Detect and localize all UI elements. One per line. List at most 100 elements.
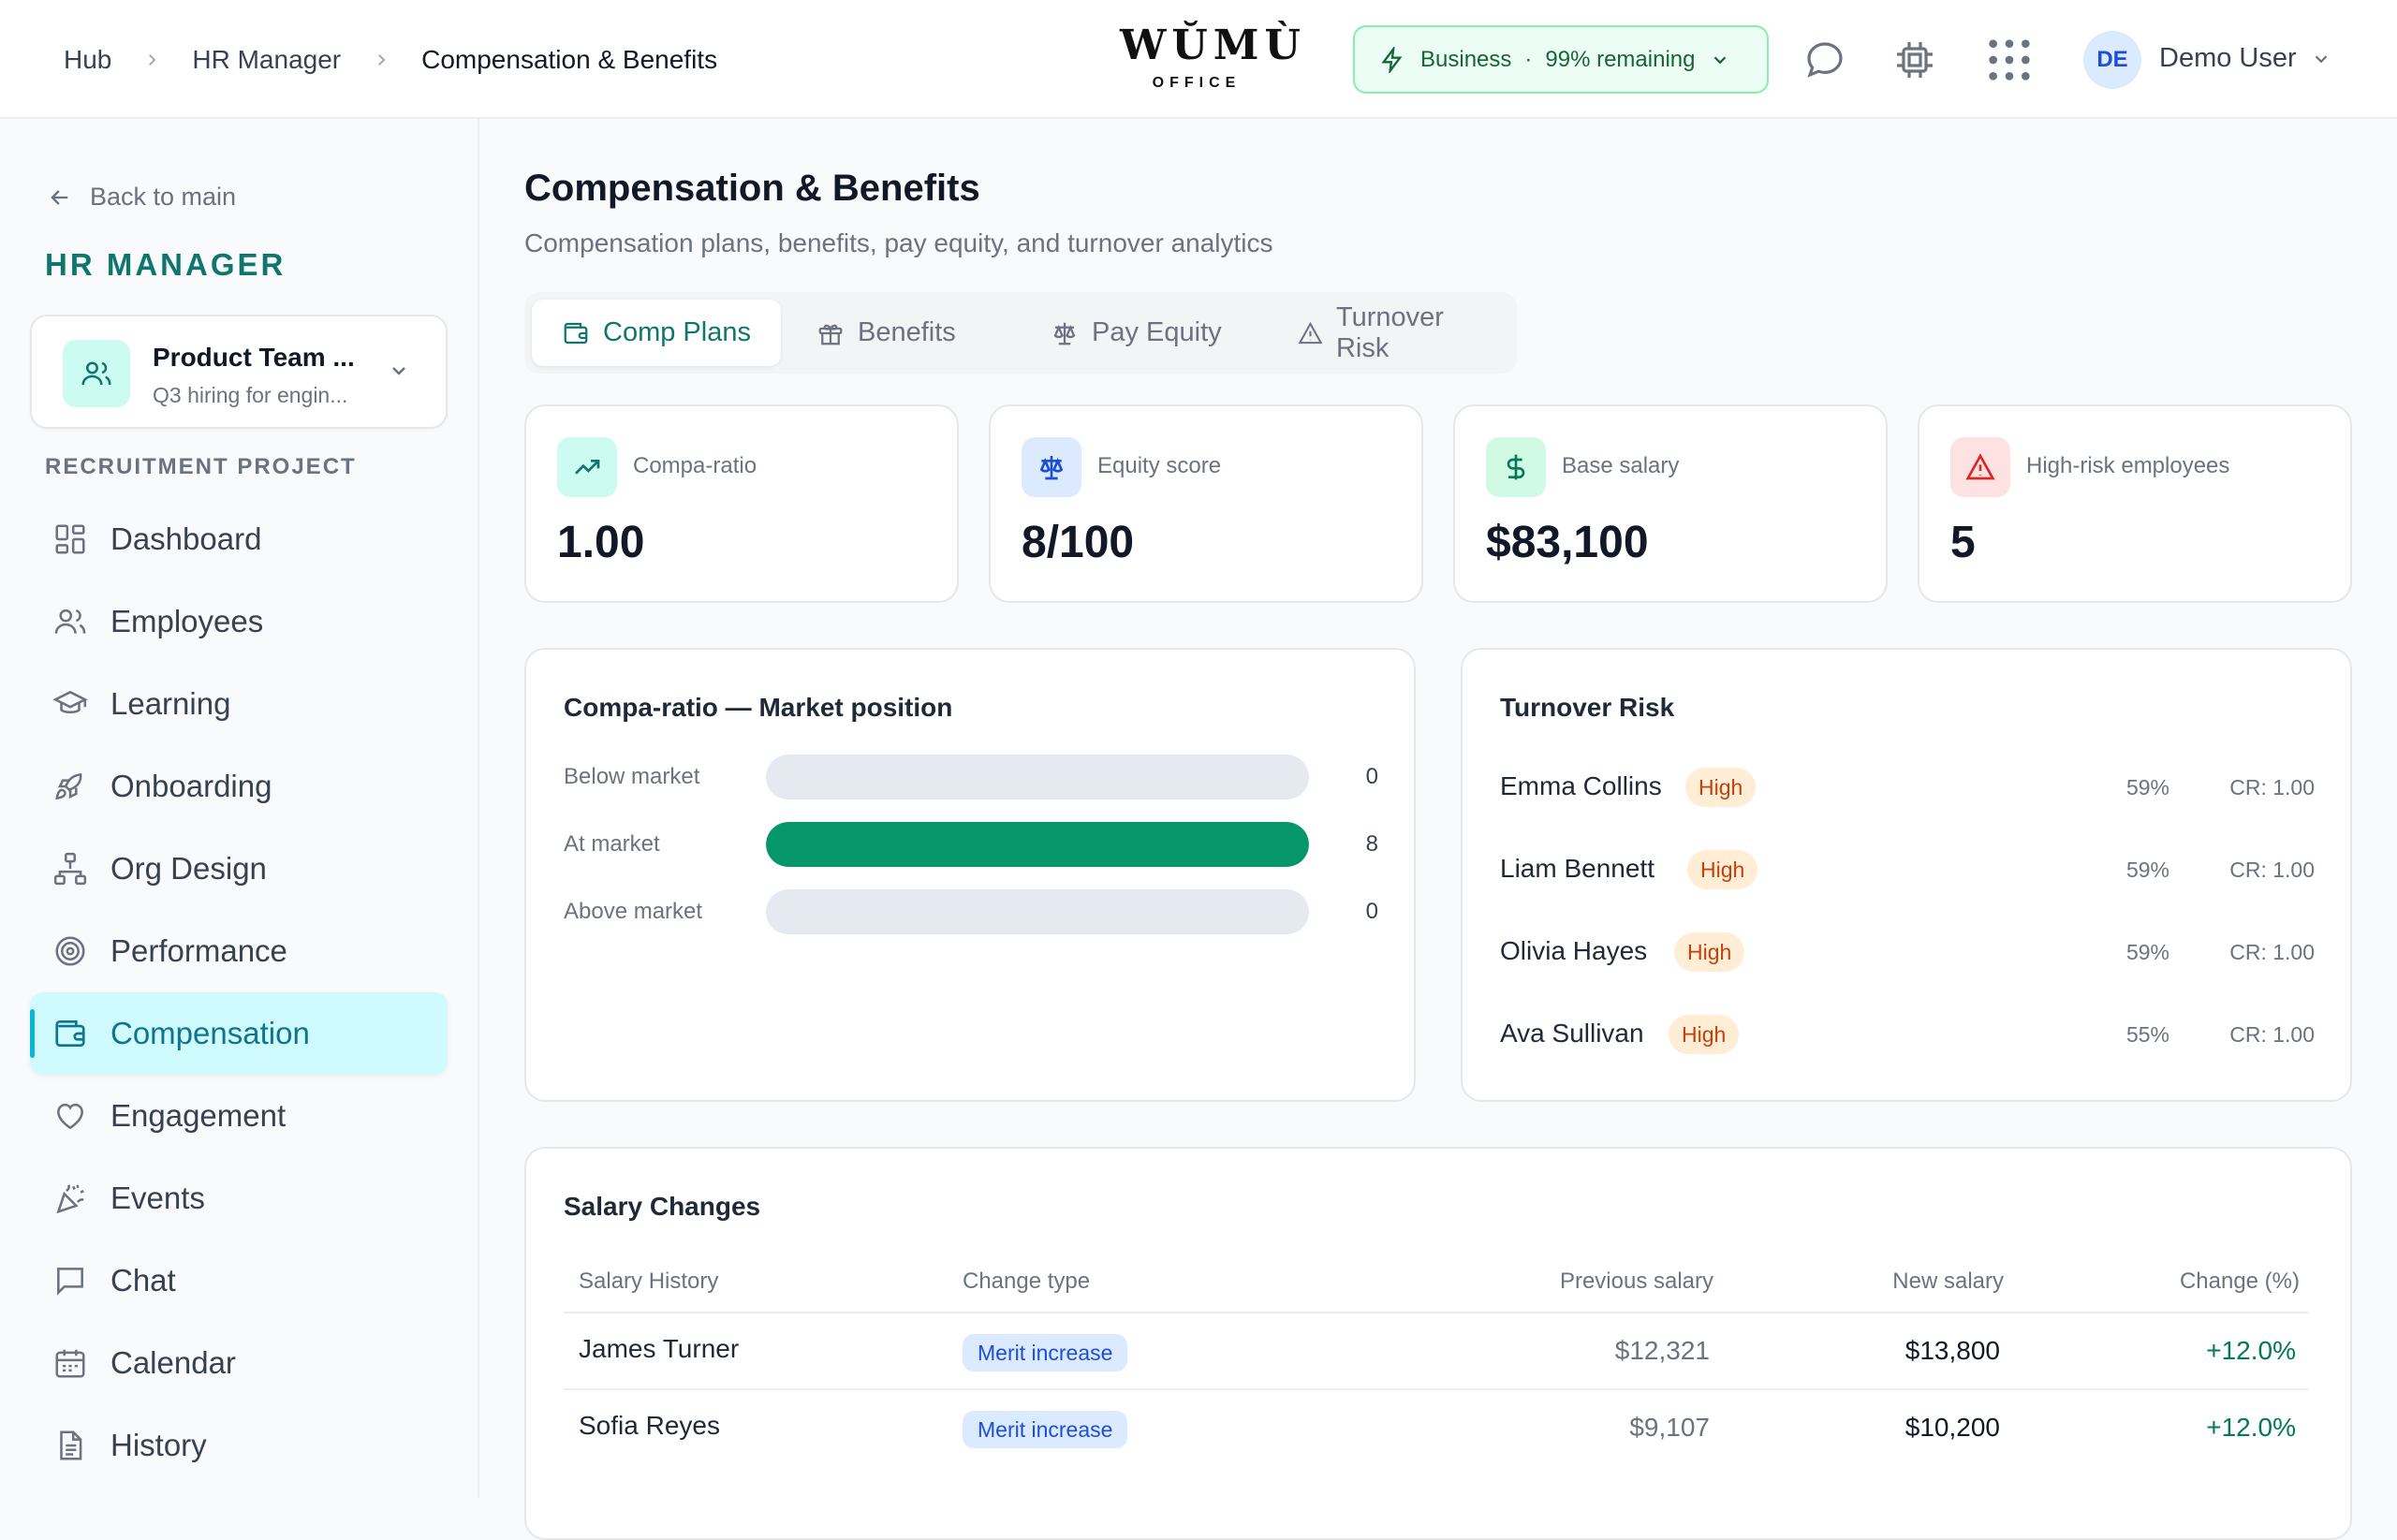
risk-badge: High [1685,768,1757,807]
plan-badge-button[interactable]: Business · 99% remaining [1353,25,1769,94]
breadcrumb-current: Compensation & Benefits [421,44,718,74]
column-header[interactable]: Change (%) [2180,1269,2300,1295]
new-salary: $13,800 [1904,1336,2000,1365]
compa-ratio-value: CR: 1.00 [2229,858,2315,882]
table-row[interactable]: Sofia Reyes Merit increase $9,107 $10,20… [564,1388,2309,1465]
tab-label: Comp Plans [603,317,751,347]
sidebar-item-compensation[interactable]: Compensation [30,992,448,1075]
risk-row[interactable]: Emma Collins High 59% CR: 1.00 [1500,768,2315,809]
column-header[interactable]: New salary [1892,1269,2004,1295]
salary-changes-card: Salary Changes Salary History Change typ… [524,1147,2352,1540]
kpi-label: Compa-ratio [633,453,757,478]
column-header[interactable]: Previous salary [1560,1269,1713,1295]
kpi-card-compa-ratio: Compa-ratio 1.00 [524,404,959,603]
wallet-icon [564,322,588,344]
breadcrumb: Hub HR Manager Compensation & Benefits [64,0,717,119]
tab-label: Turnover Risk [1335,301,1444,363]
dollar-icon [1486,437,1546,497]
sidebar-item-label: Engagement [110,1098,287,1133]
change-type-badge: Merit increase [963,1334,1128,1371]
sidebar-item-dashboard[interactable]: Dashboard [30,498,448,580]
tab-label: Benefits [858,317,956,347]
sidebar-nav: Dashboard Employees Learning Onboarding … [30,498,448,1487]
sidebar-item-label: Dashboard [110,521,262,556]
column-header[interactable]: Salary History [579,1269,718,1295]
bar-row-above-market: Above market 0 [564,889,1378,934]
change-type-badge: Merit increase [963,1411,1128,1448]
sidebar-item-employees[interactable]: Employees [30,580,448,663]
tab-benefits[interactable]: Benefits [787,300,986,366]
employee-name: Liam Bennett [1500,854,1654,883]
sidebar-item-label: Compensation [110,1016,310,1050]
tab-bar: Comp Plans Benefits Pay Equity Turnover … [524,292,1517,374]
cpu-chip-icon[interactable] [1892,37,1937,82]
risk-badge: High [1674,932,1745,972]
tab-comp-plans[interactable]: Comp Plans [532,300,781,366]
avatar[interactable]: DE [2083,31,2141,89]
bar-label: Below market [564,764,700,789]
sidebar-item-org-design[interactable]: Org Design [30,828,448,910]
wallet-icon [55,1019,85,1048]
kpi-value: 8/100 [1022,518,1135,567]
party-popper-icon [56,1184,84,1214]
dashboard-icon [55,524,85,554]
sidebar-item-events[interactable]: Events [30,1157,448,1239]
target-icon [55,936,85,966]
chat-bubble-icon[interactable] [1802,37,1847,82]
employee-name: James Turner [579,1334,740,1363]
sidebar-item-onboarding[interactable]: Onboarding [30,745,448,828]
sidebar-item-label: Calendar [110,1345,236,1380]
chevron-right-icon [373,51,390,68]
kpi-card-high-risk: High-risk employees 5 [1918,404,2352,603]
apps-grid-icon[interactable] [1985,36,2034,84]
risk-badge: High [1687,850,1758,889]
sidebar-item-label: History [110,1428,207,1462]
previous-salary: $12,321 [1614,1336,1710,1365]
app-logo[interactable]: WŬMÙ OFFICE [1120,19,1301,92]
table-row[interactable]: James Turner Merit increase $12,321 $13,… [564,1312,2309,1388]
sidebar-item-engagement[interactable]: Engagement [30,1075,448,1157]
card-title: Turnover Risk [1500,693,1675,722]
risk-badge: High [1669,1015,1740,1054]
org-chart-icon [53,852,87,886]
compa-ratio-value: CR: 1.00 [2229,1022,2315,1047]
page-subtitle: Compensation plans, benefits, pay equity… [524,228,1273,257]
project-selector[interactable]: Product Team ... Q3 hiring for engin... [30,315,448,429]
heart-icon [57,1103,83,1130]
sidebar-item-label: Org Design [110,851,267,886]
risk-row[interactable]: Ava Sullivan High 55% CR: 1.00 [1500,1015,2315,1056]
bar-label: At market [564,831,660,857]
back-to-main-link[interactable]: Back to main [47,183,236,212]
sidebar-item-learning[interactable]: Learning [30,663,448,745]
tab-label: Pay Equity [1092,317,1222,347]
risk-row[interactable]: Liam Bennett High 59% CR: 1.00 [1500,850,2315,891]
risk-percent: 59% [2125,775,2169,799]
scale-icon [1053,322,1076,345]
sidebar-title: HR MANAGER [45,247,287,282]
employee-name: Olivia Hayes [1500,936,1648,965]
top-header: Hub HR Manager Compensation & Benefits W… [0,0,2397,119]
users-icon [54,609,86,634]
tab-turnover-risk[interactable]: Turnover Risk [1268,300,1517,366]
user-name[interactable]: Demo User [2159,43,2297,74]
sidebar-item-history[interactable]: History [30,1404,448,1487]
tab-pay-equity[interactable]: Pay Equity [1021,300,1252,366]
risk-row[interactable]: Olivia Hayes High 59% CR: 1.00 [1500,932,2315,974]
compa-ratio-value: CR: 1.00 [2229,775,2315,799]
breadcrumb-hr-manager[interactable]: HR Manager [192,45,341,75]
employee-name: Ava Sullivan [1500,1019,1644,1048]
sidebar-item-label: Chat [110,1263,176,1298]
turnover-risk-card: Turnover Risk Emma Collins High 59% CR: … [1461,648,2352,1102]
compa-ratio-value: CR: 1.00 [2229,940,2315,964]
sidebar-item-chat[interactable]: Chat [30,1239,448,1322]
bar-track [766,889,1309,934]
rocket-icon [55,772,82,800]
arrow-left-icon [51,189,68,205]
sidebar-item-performance[interactable]: Performance [30,910,448,992]
risk-percent: 55% [2125,1022,2169,1047]
sidebar-item-calendar[interactable]: Calendar [30,1322,448,1404]
breadcrumb-hub[interactable]: Hub [64,45,111,75]
kpi-label: Equity score [1097,453,1222,478]
column-header[interactable]: Change type [963,1269,1090,1295]
chevron-down-icon[interactable] [2311,49,2331,69]
